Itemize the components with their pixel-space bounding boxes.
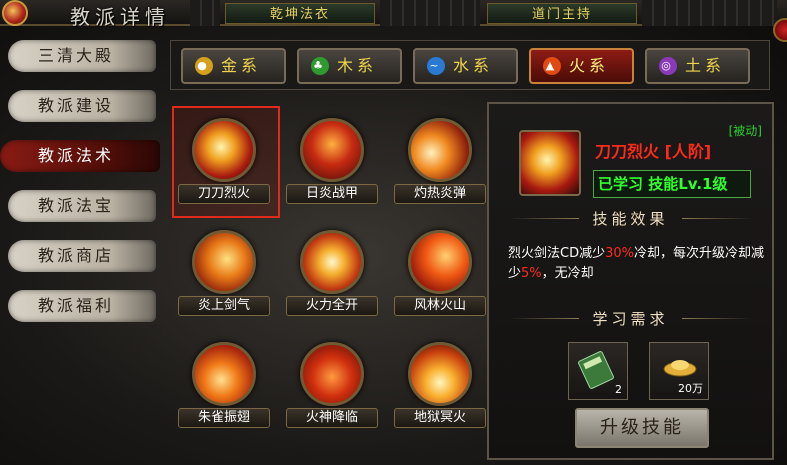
page-title: 教派详情 xyxy=(70,5,170,29)
sidebar-item-sanqing-hall[interactable]: 三清大殿 xyxy=(8,40,156,72)
skill-slot[interactable]: 朱雀振翅 xyxy=(172,330,280,442)
passive-tag: [被动] xyxy=(728,124,762,138)
sect-details-window: 教派详情 乾坤法衣 道门主持 三清大殿 教派建设 教派法术 教派法宝 教派商店 … xyxy=(0,0,787,465)
coin-icon: ● xyxy=(195,57,213,75)
water-icon: ~ xyxy=(427,57,445,75)
skill-name: 火力全开 xyxy=(286,296,378,316)
skill-name: 日炎战甲 xyxy=(286,184,378,204)
skill-title: 刀刀烈火 [人阶] xyxy=(595,142,712,161)
skill-name: 风林火山 xyxy=(394,296,486,316)
leaf-icon: ♣ xyxy=(311,57,329,75)
requirement-item[interactable]: 20万 xyxy=(649,342,709,400)
tab-earth[interactable]: ◎ 土系 xyxy=(645,48,750,84)
full-power-icon xyxy=(300,230,364,294)
desc-text: 烈火剑法CD减少 xyxy=(508,246,606,261)
sidebar: 三清大殿 教派建设 教派法术 教派法宝 教派商店 教派福利 xyxy=(0,40,165,340)
desc-text: ，无冷却 xyxy=(541,266,594,281)
skill-slot[interactable]: 炎上剑气 xyxy=(172,218,280,330)
decor-strip xyxy=(190,0,220,26)
skill-slot[interactable]: 风林火山 xyxy=(388,218,496,330)
sidebar-item-sect-spells[interactable]: 教派法术 xyxy=(0,140,160,172)
tab-metal[interactable]: ● 金系 xyxy=(181,48,286,84)
skill-name: 炎上剑气 xyxy=(178,296,270,316)
skill-grid: 刀刀烈火 日炎战甲 灼热炎弹 炎上剑气 火力全开 风林火山 朱雀振翅 火神降临 … xyxy=(168,100,486,460)
tab-label: 金系 xyxy=(221,56,262,75)
wind-forest-icon xyxy=(408,230,472,294)
element-tabs: ● 金系 ♣ 木系 ~ 水系 ▲ 火系 ◎ 土系 xyxy=(170,40,770,90)
sidebar-item-sect-treasure[interactable]: 教派法宝 xyxy=(8,190,156,222)
skill-name: 地狱冥火 xyxy=(394,408,486,428)
fire-icon: ▲ xyxy=(543,57,561,75)
skill-name: 刀刀烈火 xyxy=(178,184,270,204)
top-bar: 教派详情 乾坤法衣 道门主持 xyxy=(0,0,787,29)
effect-heading: 技能效果 xyxy=(489,208,772,229)
tab-label: 火系 xyxy=(569,56,610,75)
skill-slot[interactable]: 灼热炎弹 xyxy=(388,106,496,218)
skill-name: 灼热炎弹 xyxy=(394,184,486,204)
tab-wood[interactable]: ♣ 木系 xyxy=(297,48,402,84)
sidebar-item-sect-welfare[interactable]: 教派福利 xyxy=(8,290,156,322)
decor-strip xyxy=(642,0,777,26)
sidebar-item-sect-shop[interactable]: 教派商店 xyxy=(8,240,156,272)
skill-name: 火神降临 xyxy=(286,408,378,428)
skill-slot[interactable]: 刀刀烈火 xyxy=(172,106,280,218)
skill-slot[interactable]: 日炎战甲 xyxy=(280,106,388,218)
earth-icon: ◎ xyxy=(659,57,677,75)
upgrade-skill-button[interactable]: 升级技能 xyxy=(575,408,709,448)
hellfire-icon xyxy=(408,342,472,406)
skill-slot[interactable]: 火力全开 xyxy=(280,218,388,330)
fireball-icon xyxy=(408,118,472,182)
fire-god-icon xyxy=(300,342,364,406)
desc-highlight: 5% xyxy=(521,266,542,281)
skill-slot[interactable]: 地狱冥火 xyxy=(388,330,496,442)
close-icon[interactable] xyxy=(773,18,787,42)
tab-qiankun-robe[interactable]: 乾坤法衣 xyxy=(225,3,375,24)
blade-fire-icon xyxy=(519,130,581,196)
requirement-item[interactable]: 2 xyxy=(568,342,628,400)
skill-name: 朱雀振翅 xyxy=(178,408,270,428)
tab-taoist-host[interactable]: 道门主持 xyxy=(487,3,637,24)
requirement-count: 2 xyxy=(615,383,622,396)
tab-label: 水系 xyxy=(453,56,494,75)
skill-detail-panel: [被动] 刀刀烈火 [人阶] 已学习 技能Lv.1级 技能效果 烈火剑法CD减少… xyxy=(487,102,774,460)
tab-label: 土系 xyxy=(685,56,726,75)
requirement-heading: 学习需求 xyxy=(489,308,772,329)
requirement-count: 20万 xyxy=(678,382,703,395)
skill-description: 烈火剑法CD减少30%冷却，每次升级冷却减少5%，无冷却 xyxy=(508,244,770,284)
tab-water[interactable]: ~ 水系 xyxy=(413,48,518,84)
taiji-emblem-icon xyxy=(2,0,28,26)
armor-flame-icon xyxy=(300,118,364,182)
learned-status: 已学习 技能Lv.1级 xyxy=(593,170,751,198)
desc-highlight: 30% xyxy=(605,246,634,261)
phoenix-wing-icon xyxy=(192,342,256,406)
blade-fire-icon xyxy=(192,118,256,182)
tab-fire[interactable]: ▲ 火系 xyxy=(529,48,634,84)
skill-slot[interactable]: 火神降临 xyxy=(280,330,388,442)
tab-label: 木系 xyxy=(337,56,378,75)
sidebar-item-sect-building[interactable]: 教派建设 xyxy=(8,90,156,122)
decor-strip xyxy=(380,0,480,26)
sword-qi-icon xyxy=(192,230,256,294)
